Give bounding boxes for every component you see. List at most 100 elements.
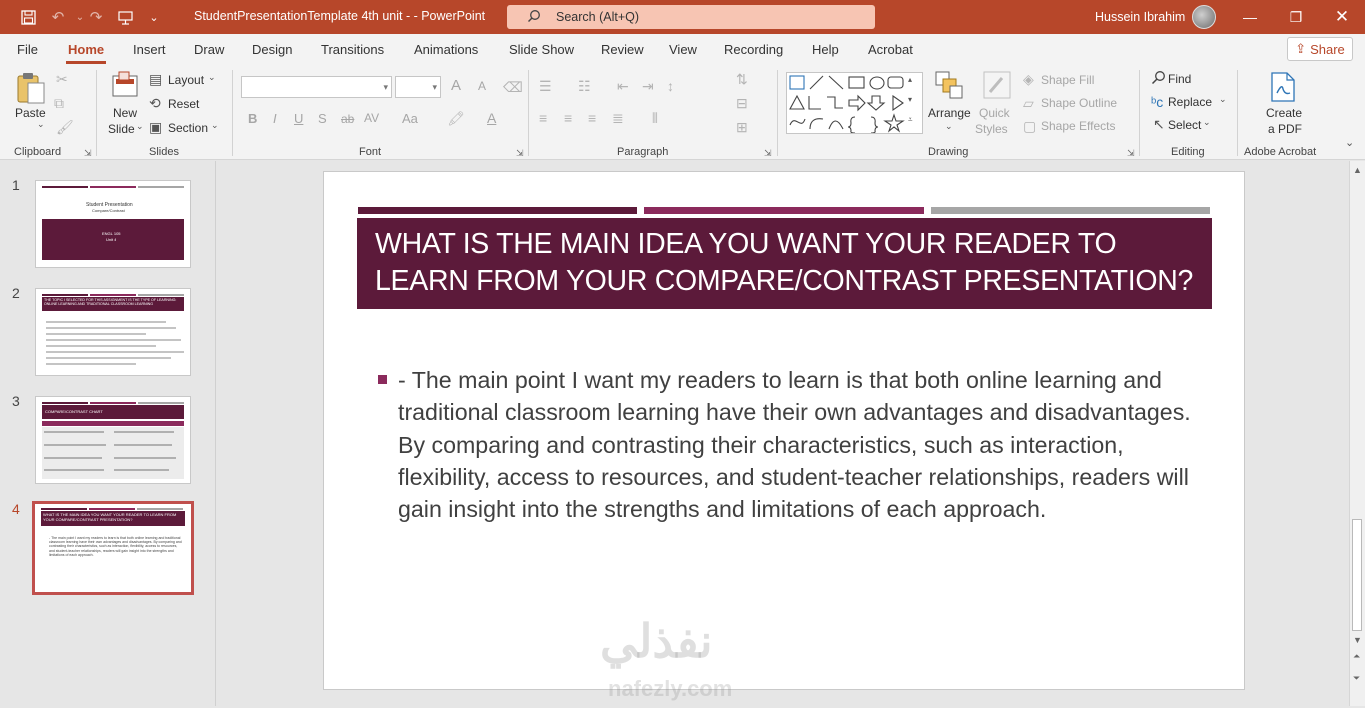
section-label[interactable]: Section — [168, 121, 208, 135]
save-icon[interactable] — [18, 7, 38, 27]
paste-label[interactable]: Paste — [15, 106, 46, 120]
quick-styles-icon[interactable] — [982, 70, 1012, 102]
quick-styles-label-1[interactable]: Quick — [979, 106, 1010, 120]
tab-transitions[interactable]: Transitions — [321, 42, 384, 57]
vertical-scrollbar[interactable]: ▲ ▼ ⏶ ⏷ — [1349, 161, 1365, 706]
layout-dropdown-icon[interactable]: ⌄ — [208, 73, 216, 82]
shadow-button[interactable]: S — [318, 111, 327, 126]
bold-button[interactable]: B — [248, 111, 257, 126]
select-icon[interactable]: ↖ — [1153, 117, 1165, 131]
smartart-icon[interactable]: ⊞ — [736, 120, 748, 134]
paste-dropdown-icon[interactable]: ⌄ — [37, 120, 45, 129]
cut-icon[interactable]: ✂ — [56, 72, 68, 86]
text-direction-icon[interactable]: ⇅ — [736, 72, 748, 86]
change-case-button[interactable]: Aa — [402, 111, 418, 126]
section-dropdown-icon[interactable]: ⌄ — [211, 121, 219, 130]
replace-dropdown-icon[interactable]: ⌄ — [1219, 95, 1227, 104]
new-slide-label-1[interactable]: New — [113, 106, 137, 120]
find-icon[interactable] — [1151, 70, 1166, 87]
tab-view[interactable]: View — [669, 42, 697, 57]
character-spacing-button[interactable]: AV — [364, 111, 379, 125]
tab-recording[interactable]: Recording — [724, 42, 783, 57]
align-left-icon[interactable]: ≡ — [539, 111, 547, 125]
new-slide-icon[interactable] — [110, 70, 140, 102]
close-button[interactable]: ✕ — [1319, 0, 1365, 34]
align-center-icon[interactable]: ≡ — [564, 111, 572, 125]
numbering-icon[interactable]: ☷ — [578, 79, 591, 93]
user-name[interactable]: Hussein Ibrahim — [1095, 10, 1185, 24]
current-slide[interactable]: WHAT IS THE MAIN IDEA YOU WANT YOUR READ… — [323, 171, 1245, 690]
tab-acrobat[interactable]: Acrobat — [868, 42, 913, 57]
shape-effects-icon[interactable]: ▢ — [1023, 119, 1036, 133]
slide-title[interactable]: WHAT IS THE MAIN IDEA YOU WANT YOUR READ… — [375, 226, 1205, 300]
minimize-button[interactable]: — — [1227, 0, 1273, 34]
slide-body-text[interactable]: - The main point I want my readers to le… — [398, 364, 1218, 525]
collapse-ribbon-icon[interactable]: ⌄ — [1345, 138, 1354, 149]
clipboard-launcher-icon[interactable]: ⇲ — [84, 148, 92, 159]
arrange-label[interactable]: Arrange — [928, 106, 971, 120]
create-pdf-label-1[interactable]: Create — [1266, 106, 1302, 120]
tab-animations[interactable]: Animations — [414, 42, 478, 57]
undo-icon[interactable]: ↶ — [48, 7, 68, 27]
scrollbar-thumb[interactable] — [1352, 519, 1362, 631]
line-spacing-icon[interactable]: ↕ — [667, 79, 674, 93]
slide-thumbnail-1[interactable]: Student Presentation Compare/Contrast EN… — [35, 180, 191, 268]
reset-label[interactable]: Reset — [168, 97, 199, 111]
drawing-launcher-icon[interactable]: ⇲ — [1127, 148, 1135, 159]
highlight-icon[interactable]: 🖍 — [447, 111, 465, 125]
paragraph-launcher-icon[interactable]: ⇲ — [764, 148, 772, 159]
italic-button[interactable]: I — [273, 111, 277, 126]
replace-label[interactable]: Replace — [1168, 95, 1212, 109]
layout-label[interactable]: Layout — [168, 73, 204, 87]
font-color-button[interactable]: A — [487, 110, 496, 126]
customize-toolbar-icon[interactable]: ⌄ — [144, 7, 164, 27]
tab-design[interactable]: Design — [252, 42, 292, 57]
font-launcher-icon[interactable]: ⇲ — [516, 148, 524, 159]
restore-button[interactable]: ❐ — [1273, 0, 1319, 34]
tab-insert[interactable]: Insert — [133, 42, 166, 57]
section-icon[interactable]: ▣ — [149, 120, 162, 134]
search-box[interactable]: Search (Alt+Q) — [507, 5, 875, 29]
increase-indent-icon[interactable]: ⇥ — [642, 79, 654, 93]
tab-home[interactable]: Home — [68, 42, 104, 57]
arrange-icon[interactable] — [934, 70, 964, 102]
quick-styles-label-2[interactable]: Styles — [975, 122, 1008, 136]
justify-icon[interactable]: ≣ — [612, 111, 624, 125]
tab-slide-show[interactable]: Slide Show — [509, 42, 574, 57]
tab-file[interactable]: File — [17, 42, 38, 57]
font-size-combo[interactable]: ▾ — [395, 76, 441, 98]
avatar[interactable] — [1192, 5, 1216, 29]
font-name-combo[interactable]: ▾ — [241, 76, 392, 98]
next-slide-icon[interactable]: ⏷ — [1353, 673, 1360, 684]
increase-font-size-icon[interactable]: A — [451, 77, 461, 94]
new-slide-label-2[interactable]: Slide — [108, 122, 135, 136]
presenter-icon[interactable] — [115, 7, 135, 27]
redo-icon[interactable]: ↷ — [86, 7, 106, 27]
create-pdf-label-2[interactable]: a PDF — [1268, 122, 1302, 136]
slide-thumbnail-4[interactable]: WHAT IS THE MAIN IDEA YOU WANT YOUR READ… — [32, 501, 194, 595]
reset-icon[interactable]: ⟲ — [149, 96, 161, 110]
create-pdf-icon[interactable] — [1269, 71, 1297, 105]
find-label[interactable]: Find — [1168, 72, 1191, 86]
replace-icon[interactable]: ᵇc — [1151, 95, 1163, 109]
shape-outline-label[interactable]: Shape Outline — [1041, 96, 1117, 110]
title-placeholder[interactable]: WHAT IS THE MAIN IDEA YOU WANT YOUR READ… — [357, 218, 1212, 309]
shapes-gallery[interactable] — [786, 72, 923, 134]
shape-outline-icon[interactable]: ▱ — [1023, 96, 1034, 110]
clear-formatting-icon[interactable]: ⌫ — [503, 80, 523, 94]
shape-fill-icon[interactable]: ◈ — [1023, 72, 1034, 86]
tab-help[interactable]: Help — [812, 42, 839, 57]
select-dropdown-icon[interactable]: ⌄ — [1203, 118, 1211, 127]
layout-icon[interactable]: ▤ — [149, 72, 162, 86]
align-text-icon[interactable]: ⊟ — [736, 96, 748, 110]
scroll-down-icon[interactable]: ▼ — [1353, 635, 1362, 645]
underline-button[interactable]: U — [294, 111, 303, 126]
gallery-scroll-up-icon[interactable]: ▴ — [908, 76, 912, 84]
decrease-indent-icon[interactable]: ⇤ — [617, 79, 629, 93]
gallery-more-icon[interactable]: ⩡ — [908, 116, 913, 124]
previous-slide-icon[interactable]: ⏶ — [1353, 651, 1360, 662]
copy-icon[interactable]: ⧉ — [54, 96, 64, 110]
slide-thumbnail-2[interactable]: THE TOPIC I SELECTED FOR THIS ASSIGNMENT… — [35, 288, 191, 376]
arrange-dropdown-icon[interactable]: ⌄ — [945, 122, 953, 131]
share-button[interactable]: ⇪ Share — [1287, 37, 1353, 61]
